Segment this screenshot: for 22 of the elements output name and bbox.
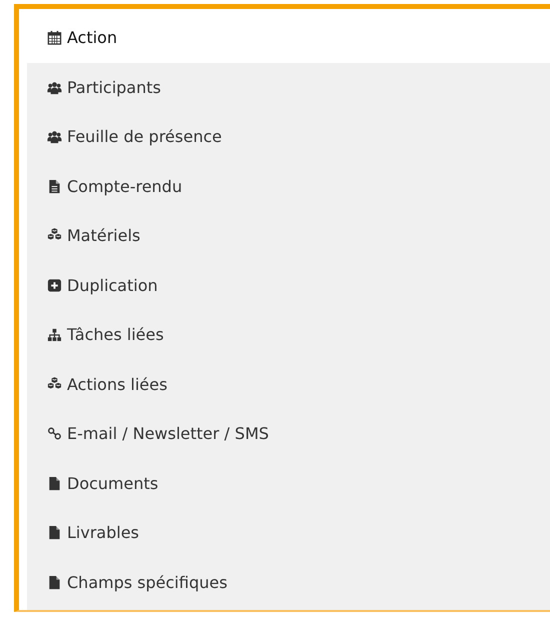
file-icon	[47, 574, 62, 590]
sitemap-icon	[47, 327, 62, 342]
menu-item[interactable]: Documents	[27, 458, 550, 508]
file-icon	[47, 525, 62, 540]
menu-item[interactable]: Compte-rendu	[27, 162, 550, 211]
plus-icon	[47, 278, 62, 293]
menu-item[interactable]: Champs spécifiques	[27, 558, 550, 607]
calendar-icon	[47, 30, 62, 46]
menu-item[interactable]: Tâches liées	[27, 310, 550, 360]
users-icon	[47, 129, 62, 144]
users-icon	[47, 80, 62, 95]
link-icon	[47, 426, 62, 442]
menu-item[interactable]: Action	[27, 13, 550, 62]
menu-item[interactable]: Livrables	[27, 508, 550, 558]
document-icon	[47, 178, 62, 194]
menu-item[interactable]: Feuille de présence	[27, 112, 550, 162]
menu-item[interactable]: Participants	[27, 62, 550, 112]
menu-item[interactable]: E-mail / Newsletter / SMS	[27, 409, 550, 458]
file-icon	[47, 476, 62, 491]
menu-item[interactable]: Duplication	[27, 260, 550, 310]
menu-item[interactable]: Matériels	[27, 211, 550, 260]
menu-item[interactable]: Actions liées	[27, 360, 550, 409]
